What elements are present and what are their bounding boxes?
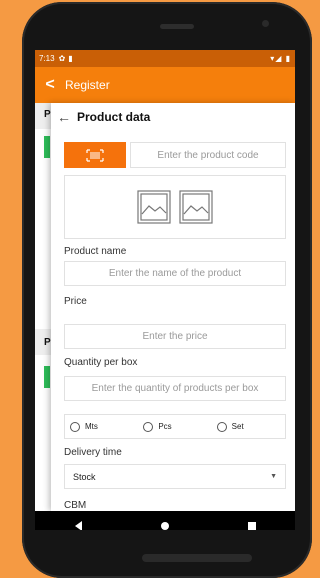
scan-barcode-button[interactable] — [64, 142, 126, 168]
radio-label: Mts — [85, 422, 98, 431]
dialog-header: ← Product data — [51, 103, 295, 131]
app-title: Register — [65, 78, 110, 92]
bottom-speaker — [142, 554, 252, 562]
radio-label: Pcs — [158, 422, 172, 431]
unit-radio-set[interactable]: Set — [216, 421, 285, 432]
phone-screen: 7:13 ✿ ▮ ▾◢ ▮ < Register P P ← Product d… — [35, 50, 295, 530]
nav-back-icon[interactable] — [74, 521, 82, 530]
product-code-row: Enter the product code — [64, 142, 286, 168]
dialog-title: Product data — [77, 110, 151, 124]
unit-radio-group: Mts Pcs Set — [64, 414, 286, 439]
product-code-input[interactable]: Enter the product code — [130, 142, 286, 168]
android-nav-bar — [35, 511, 295, 530]
nav-recents-icon[interactable] — [247, 522, 256, 530]
unit-radio-mts[interactable]: Mts — [70, 421, 138, 432]
sim-icon: ▮ — [68, 54, 73, 63]
quantity-input[interactable]: Enter the quantity of products per box — [64, 376, 286, 401]
nav-home-icon[interactable] — [160, 522, 169, 530]
delivery-time-value: Stock — [73, 471, 96, 482]
product-data-dialog: ← Product data Enter the product code Pr… — [51, 103, 295, 511]
price-input[interactable]: Enter the price — [64, 324, 286, 349]
product-name-input[interactable]: Enter the name of the product — [64, 261, 286, 286]
delivery-time-select[interactable]: Stock ▼ — [64, 464, 286, 489]
product-images-box — [64, 175, 286, 239]
dropdown-arrow-icon: ▼ — [270, 473, 277, 480]
barcode-icon — [86, 148, 104, 162]
status-bar: 7:13 ✿ ▮ ▾◢ ▮ — [35, 50, 295, 67]
delivery-time-label: Delivery time — [64, 447, 122, 458]
earpiece-speaker — [160, 24, 194, 29]
status-indicator-1 — [44, 136, 50, 158]
quantity-label: Quantity per box — [64, 357, 138, 368]
background-label-2: P — [44, 337, 51, 348]
settings-icon: ✿ — [58, 54, 66, 63]
radio-circle-icon — [70, 421, 80, 432]
back-button[interactable]: < — [35, 76, 65, 94]
background-label-1: P — [44, 109, 51, 120]
app-bar: < Register — [35, 67, 295, 103]
image-placeholder-icon[interactable] — [179, 190, 213, 224]
dialog-back-icon[interactable]: ← — [51, 109, 77, 125]
cbm-label: CBM — [64, 500, 87, 511]
radio-label: Set — [231, 422, 244, 431]
status-indicator-2 — [44, 366, 50, 388]
front-camera — [262, 20, 269, 27]
radio-circle-icon — [143, 421, 154, 432]
radio-circle-icon — [216, 421, 227, 432]
price-label: Price — [64, 296, 87, 307]
image-placeholder-icon[interactable] — [137, 190, 171, 224]
unit-radio-pcs[interactable]: Pcs — [143, 421, 211, 432]
status-time: 7:13 — [39, 54, 55, 63]
signal-battery-icons: ▾◢ ▮ — [270, 54, 291, 63]
product-name-label: Product name — [64, 246, 127, 257]
